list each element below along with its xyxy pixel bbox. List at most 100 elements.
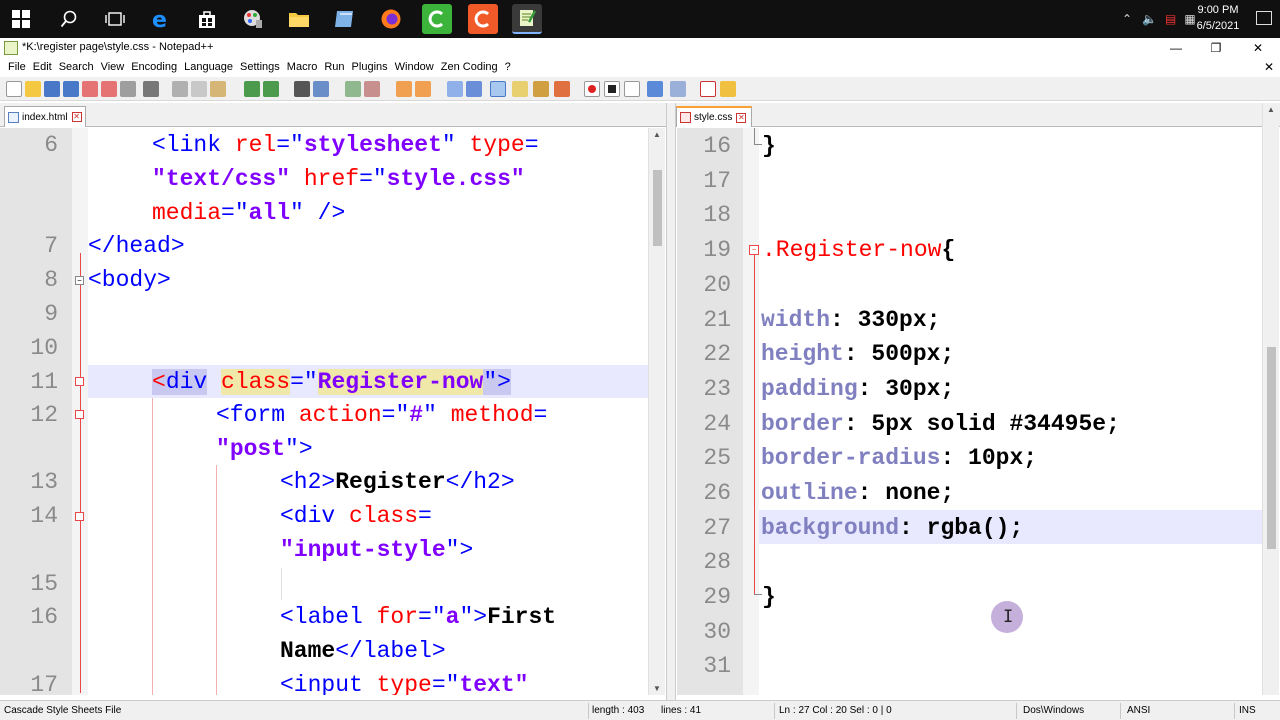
menu-edit[interactable]: Edit [30,58,56,77]
replace-icon[interactable] [313,81,329,97]
copy-icon[interactable] [191,81,207,97]
plugin-icon[interactable] [720,81,736,97]
windows-start-icon[interactable] [6,4,36,34]
fold-toggle-icon[interactable]: − [749,245,759,255]
stop-macro-icon[interactable] [604,81,620,97]
camtasia-green-icon[interactable] [422,4,452,34]
doc-map-icon[interactable] [533,81,549,97]
tab-close-icon[interactable]: ✕ [71,112,82,122]
left-editor[interactable]: 6 7 8 9 10 11 12 13 14 15 16 17 − <link … [0,128,648,695]
status-file-type: Cascade Style Sheets File [4,705,122,716]
scroll-thumb[interactable] [1267,347,1276,549]
word-wrap-icon[interactable] [447,81,463,97]
task-view-icon[interactable] [100,4,130,34]
save-all-icon[interactable] [63,81,79,97]
firefox-icon[interactable] [376,4,406,34]
file-explorer-icon[interactable] [284,4,314,34]
line-number: 15 [30,571,58,597]
show-all-chars-icon[interactable] [466,81,482,97]
menu-help[interactable]: ? [502,58,515,77]
toolbar [0,77,1280,101]
fold-toggle-icon[interactable] [75,512,84,521]
menu-file[interactable]: File [5,58,30,77]
code-line: .Register-now{ [762,237,956,263]
paste-icon[interactable] [210,81,226,97]
menu-search[interactable]: Search [56,58,98,77]
indent-guide-icon[interactable] [490,81,506,97]
open-file-icon[interactable] [25,81,41,97]
menu-language[interactable]: Language [181,58,237,77]
menu-zen-coding[interactable]: Zen Coding [438,58,502,77]
volume-icon[interactable]: 🔈 [1142,12,1157,26]
paint-icon[interactable] [238,4,268,34]
fold-toggle-icon[interactable] [75,377,84,386]
function-list-icon[interactable] [554,81,570,97]
chevron-up-icon[interactable]: ⌃ [1122,12,1132,26]
line-number: 14 [30,503,58,529]
network-icon[interactable]: ▤ [1165,12,1176,26]
record-macro-icon[interactable] [584,81,600,97]
tab-index-html[interactable]: index.html ✕ [4,106,86,127]
scroll-up-icon[interactable]: ▲ [1267,105,1275,114]
run-macro-multiple-icon[interactable] [647,81,663,97]
menu-run[interactable]: Run [321,58,348,77]
notepadpp-icon[interactable] [512,4,542,34]
udl-icon[interactable] [512,81,528,97]
spell-check-icon[interactable] [700,81,716,97]
pane-splitter[interactable] [666,103,676,700]
close-file-icon[interactable] [82,81,98,97]
save-icon[interactable] [44,81,60,97]
status-length: length : 403 [592,705,645,716]
tab-style-css[interactable]: style.css ✕ [676,106,752,127]
line-number: 17 [703,168,731,194]
close-button[interactable]: ✕ [1238,38,1278,58]
redo-icon[interactable] [263,81,279,97]
folder-icon[interactable] [330,4,360,34]
undo-icon[interactable] [244,81,260,97]
menu-close-icon[interactable]: ✕ [1264,60,1274,74]
save-macro-icon[interactable] [670,81,686,97]
find-icon[interactable] [294,81,310,97]
menu-bar: File Edit Search View Encoding Language … [0,58,1280,77]
left-vertical-scrollbar[interactable]: ▲ ▼ [648,128,665,695]
menu-encoding[interactable]: Encoding [128,58,181,77]
right-vertical-scrollbar[interactable]: ▲ [1262,103,1279,695]
print-now-icon[interactable] [143,81,159,97]
line-number: 29 [703,584,731,610]
line-number: 8 [44,267,58,293]
clock[interactable]: 9:00 PM 6/5/2021 [1188,2,1248,34]
line-number: 7 [44,233,58,259]
sync-horizontal-icon[interactable] [415,81,431,97]
menu-plugins[interactable]: Plugins [349,58,392,77]
scroll-down-icon[interactable]: ▼ [653,684,661,693]
menu-view[interactable]: View [98,58,129,77]
line-number: 30 [703,619,731,645]
scroll-thumb[interactable] [653,170,662,246]
notifications-icon[interactable] [1256,11,1272,25]
tab-close-icon[interactable]: ✕ [736,112,747,123]
menu-settings[interactable]: Settings [237,58,284,77]
menu-window[interactable]: Window [392,58,438,77]
cut-icon[interactable] [172,81,188,97]
edge-icon[interactable]: e [146,4,176,34]
store-icon[interactable] [192,4,222,34]
close-all-icon[interactable] [101,81,117,97]
zoom-out-icon[interactable] [364,81,380,97]
zoom-in-icon[interactable] [345,81,361,97]
right-editor[interactable]: − 16 17 18 19 20 21 22 23 24 25 26 27 28… [677,128,1262,695]
camtasia-red-icon[interactable] [468,4,498,34]
sync-vertical-icon[interactable] [396,81,412,97]
print-icon[interactable] [120,81,136,97]
scroll-up-icon[interactable]: ▲ [653,130,661,139]
play-macro-icon[interactable] [624,81,640,97]
fold-end [754,144,762,145]
restore-button[interactable]: ❐ [1196,38,1236,58]
minimize-button[interactable]: — [1156,38,1196,58]
fold-toggle-icon[interactable]: − [75,276,84,285]
search-icon[interactable] [54,4,84,34]
menu-macro[interactable]: Macro [284,58,322,77]
code-line: <div class= [280,503,432,529]
fold-toggle-icon[interactable] [75,410,84,419]
new-file-icon[interactable] [6,81,22,97]
tab-label: index.html [22,111,68,123]
